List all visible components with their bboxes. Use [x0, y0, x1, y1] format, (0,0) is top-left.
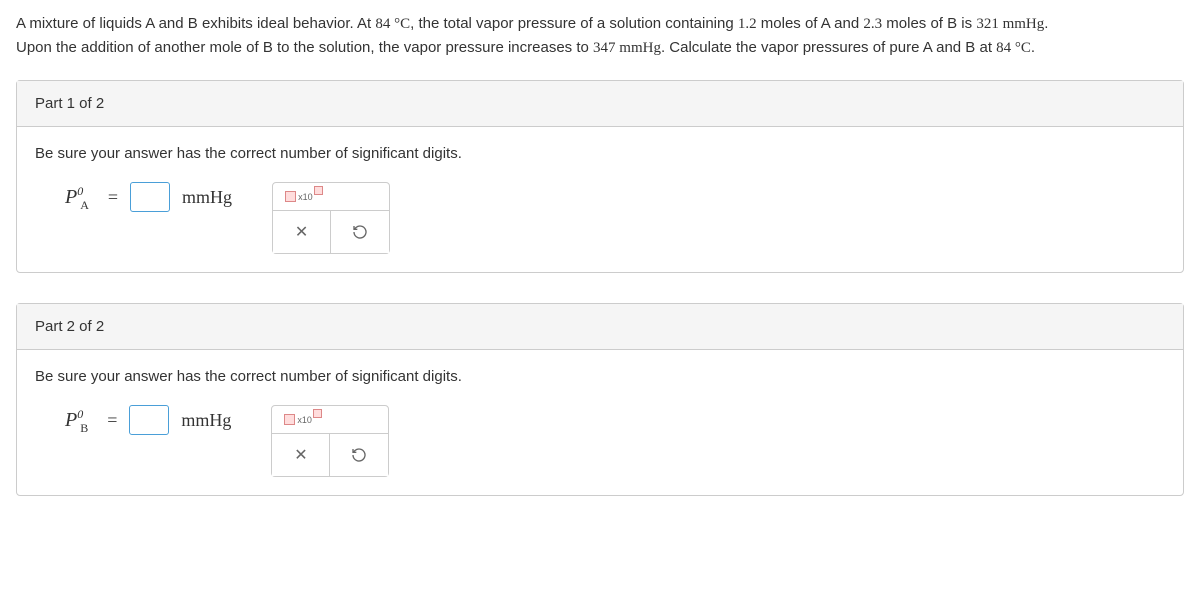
tool-top-row: x10 — [272, 406, 388, 434]
x-icon: ✕ — [294, 445, 307, 465]
part-1-unit: mmHg — [182, 187, 232, 208]
equals-sign: = — [108, 187, 118, 208]
problem-text-segment: . — [1031, 39, 1035, 56]
part-1-answer-input[interactable] — [130, 182, 170, 212]
sci-exp-box-icon — [314, 186, 323, 195]
tool-bottom-row: ✕ — [273, 211, 389, 253]
variable-base: P — [65, 186, 77, 208]
variable-base: P — [65, 409, 77, 431]
variable-subscript: A — [80, 198, 89, 212]
part-1-tool-panel: x10 ✕ — [272, 182, 390, 254]
problem-value: 84 °C — [375, 16, 410, 32]
problem-text-segment: . Calculate the vapor pressures of pure … — [661, 39, 996, 56]
part-2-body: Be sure your answer has the correct numb… — [17, 350, 1183, 495]
undo-button[interactable] — [331, 211, 389, 253]
sci-base-box-icon — [284, 414, 295, 425]
problem-value: 321 mmHg — [976, 16, 1044, 32]
problem-text-segment: Upon the addition of another mole of B t… — [16, 39, 593, 56]
sci-base-box-icon — [285, 191, 296, 202]
part-1-body: Be sure your answer has the correct numb… — [17, 127, 1183, 272]
part-1-container: Part 1 of 2 Be sure your answer has the … — [16, 80, 1184, 273]
tool-bottom-row: ✕ — [272, 434, 388, 476]
sci-notation-button[interactable]: x10 — [285, 191, 323, 202]
sci-exp-box-icon — [313, 409, 322, 418]
part-2-variable: P0B — [65, 409, 91, 432]
part-2-container: Part 2 of 2 Be sure your answer has the … — [16, 303, 1184, 496]
variable-superscript: 0 — [77, 184, 83, 198]
variable-superscript: 0 — [77, 407, 83, 421]
clear-button[interactable]: ✕ — [272, 434, 330, 476]
clear-button[interactable]: ✕ — [273, 211, 331, 253]
part-2-tool-panel: x10 ✕ — [271, 405, 389, 477]
part-2-answer-input[interactable] — [129, 405, 169, 435]
part-2-unit: mmHg — [181, 410, 231, 431]
undo-button[interactable] — [330, 434, 388, 476]
part-2-header: Part 2 of 2 — [17, 304, 1183, 350]
sci-x10-label: x10 — [298, 192, 313, 202]
problem-value: 84 °C — [996, 40, 1031, 56]
problem-text-segment: A mixture of liquids A and B exhibits id… — [16, 15, 375, 32]
problem-text-segment: moles of B is — [882, 15, 976, 32]
problem-value: 1.2 — [738, 16, 757, 32]
problem-text-segment: . — [1044, 15, 1048, 32]
part-1-variable: P0A — [65, 186, 92, 209]
variable-subscript: B — [80, 421, 88, 435]
sci-x10-label: x10 — [297, 415, 312, 425]
x-icon: ✕ — [295, 222, 308, 242]
problem-value: 2.3 — [863, 16, 882, 32]
undo-icon — [352, 224, 368, 240]
problem-text-segment: moles of A and — [757, 15, 864, 32]
problem-text-segment: , the total vapor pressure of a solution… — [410, 15, 738, 32]
part-1-header: Part 1 of 2 — [17, 81, 1183, 127]
part-1-instruction: Be sure your answer has the correct numb… — [35, 145, 1165, 162]
problem-value: 347 mmHg — [593, 40, 661, 56]
part-1-answer-row: P0A = mmHg — [65, 182, 232, 212]
undo-icon — [351, 447, 367, 463]
equals-sign: = — [107, 410, 117, 431]
tool-top-row: x10 — [273, 183, 389, 211]
sci-notation-button[interactable]: x10 — [284, 414, 322, 425]
part-2-instruction: Be sure your answer has the correct numb… — [35, 368, 1165, 385]
problem-statement: A mixture of liquids A and B exhibits id… — [16, 12, 1184, 60]
part-2-answer-row: P0B = mmHg — [65, 405, 231, 435]
